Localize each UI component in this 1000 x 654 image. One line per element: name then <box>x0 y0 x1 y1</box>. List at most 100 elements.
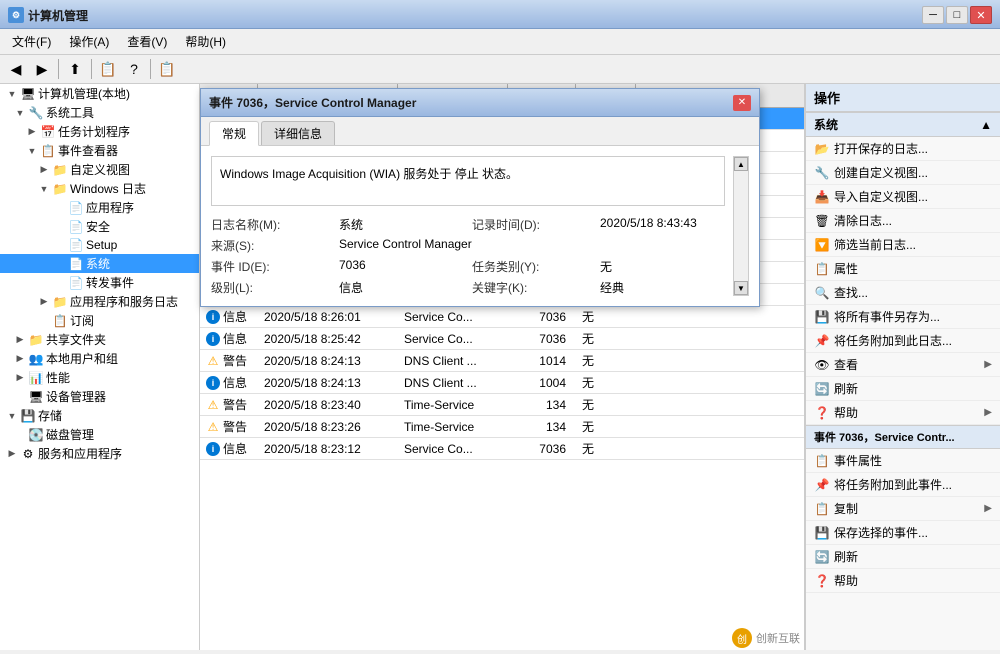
help-button[interactable]: ? <box>122 57 146 81</box>
forward-button[interactable]: ▶ <box>30 57 54 81</box>
log-icon: 📄 <box>68 200 84 216</box>
dialog-close-button[interactable]: ✕ <box>733 95 751 111</box>
scroll-down-button[interactable]: ▼ <box>734 281 748 295</box>
toolbar-separator-2 <box>91 59 92 79</box>
table-row[interactable]: ⚠ 警告 2020/5/18 8:23:26 Time-Service 134 … <box>200 416 804 438</box>
action-item[interactable]: 🗑 清除日志... <box>806 209 1000 233</box>
table-row[interactable]: i 信息 2020/5/18 8:25:42 Service Co... 703… <box>200 328 804 350</box>
close-button[interactable]: ✕ <box>970 6 992 24</box>
dialog-tab-details[interactable]: 详细信息 <box>261 121 335 145</box>
dialog-scrollbar[interactable]: ▲ ▼ <box>733 156 749 296</box>
tree-item-custom-view[interactable]: ▶ 📁 自定义视图 <box>0 160 199 179</box>
expand-icon[interactable]: ▼ <box>24 143 40 159</box>
action-item[interactable]: 📌 将任务附加到此日志... <box>806 329 1000 353</box>
action-item[interactable]: 🔧 创建自定义视图... <box>806 161 1000 185</box>
dialog-titlebar: 事件 7036，Service Control Manager ✕ <box>201 89 759 117</box>
expand-icon[interactable]: ▶ <box>12 370 28 386</box>
users-icon: 👥 <box>28 351 44 367</box>
back-button[interactable]: ◀ <box>4 57 28 81</box>
action-item[interactable]: 📥 导入自定义视图... <box>806 185 1000 209</box>
maximize-button[interactable]: □ <box>946 6 968 24</box>
menu-action[interactable]: 操作(A) <box>61 31 117 52</box>
tree-item-windows-log[interactable]: ▼ 📁 Windows 日志 <box>0 179 199 198</box>
tree-item-performance[interactable]: ▶ 📊 性能 <box>0 368 199 387</box>
expand-icon <box>52 219 68 235</box>
tree-item-security[interactable]: 📄 安全 <box>0 217 199 236</box>
action-item[interactable]: 💾 保存选择的事件... <box>806 521 1000 545</box>
action-item[interactable]: ❓ 帮助 ▶ <box>806 401 1000 425</box>
action-item[interactable]: 👁 查看 ▶ <box>806 353 1000 377</box>
tree-item-computer[interactable]: ▼ 🖥 计算机管理(本地) <box>0 84 199 103</box>
tree-item-forwarded[interactable]: 📄 转发事件 <box>0 273 199 292</box>
expand-icon[interactable]: ▶ <box>12 351 28 367</box>
tree-item-disk-mgmt[interactable]: 💽 磁盘管理 <box>0 425 199 444</box>
watermark-text: 创新互联 <box>756 630 800 646</box>
tree-item-services[interactable]: ▶ ⚙ 服务和应用程序 <box>0 444 199 463</box>
menu-file[interactable]: 文件(F) <box>4 31 59 52</box>
tree-item-local-users[interactable]: ▶ 👥 本地用户和组 <box>0 349 199 368</box>
expand-icon[interactable]: ▶ <box>12 332 28 348</box>
action-label: 导入自定义视图... <box>834 188 928 205</box>
folder-icon: 📁 <box>52 294 68 310</box>
table-row[interactable]: ⚠ 警告 2020/5/18 8:23:40 Time-Service 134 … <box>200 394 804 416</box>
tree-item-system-tools[interactable]: ▼ 🔧 系统工具 <box>0 103 199 122</box>
minimize-button[interactable]: ─ <box>922 6 944 24</box>
tree-item-application[interactable]: 📄 应用程序 <box>0 198 199 217</box>
dialog-main: Windows Image Acquisition (WIA) 服务处于 停止 … <box>211 156 725 296</box>
action-item[interactable]: ❓ 帮助 <box>806 569 1000 593</box>
expand-icon[interactable]: ▼ <box>36 181 52 197</box>
action-item[interactable]: 💾 将所有事件另存为... <box>806 305 1000 329</box>
action-icon: 📋 <box>814 261 830 277</box>
action-item[interactable]: 📋 复制 ▶ <box>806 497 1000 521</box>
tree-item-setup[interactable]: 📄 Setup <box>0 236 199 254</box>
action-item[interactable]: 🔄 刷新 <box>806 377 1000 401</box>
tree-item-event-viewer[interactable]: ▼ 📋 事件查看器 <box>0 141 199 160</box>
expand-icon[interactable]: ▶ <box>36 294 52 310</box>
action-item[interactable]: 📋 事件属性 <box>806 449 1000 473</box>
warning-icon: ⚠ <box>206 420 220 434</box>
tree-item-task-scheduler[interactable]: ▶ 📅 任务计划程序 <box>0 122 199 141</box>
computer-icon: 🖥 <box>20 86 36 102</box>
action-item[interactable]: 📂 打开保存的日志... <box>806 137 1000 161</box>
action-icon: 📌 <box>814 477 830 493</box>
action-item[interactable]: 🔍 查找... <box>806 281 1000 305</box>
action-item[interactable]: 📋 属性 <box>806 257 1000 281</box>
action-item[interactable]: 📌 将任务附加到此事件... <box>806 473 1000 497</box>
tree-item-app-services[interactable]: ▶ 📁 应用程序和服务日志 <box>0 292 199 311</box>
expand-icon[interactable]: ▼ <box>12 105 28 121</box>
cell-date: 2020/5/18 8:23:40 <box>258 396 398 414</box>
dialog-tab-general[interactable]: 常规 <box>209 121 259 146</box>
tree-item-device-mgr[interactable]: 🖥 设备管理器 <box>0 387 199 406</box>
export-button[interactable]: 📋 <box>155 57 179 81</box>
menu-help[interactable]: 帮助(H) <box>177 31 234 52</box>
action-label: 帮助 <box>834 572 858 589</box>
expand-icon[interactable]: ▶ <box>36 162 52 178</box>
tree-item-storage[interactable]: ▼ 💾 存储 <box>0 406 199 425</box>
expand-icon[interactable]: ▶ <box>24 124 40 140</box>
tree-label: 性能 <box>46 369 70 386</box>
expand-icon <box>52 237 68 253</box>
table-row[interactable]: i 信息 2020/5/18 8:24:13 DNS Client ... 10… <box>200 372 804 394</box>
scroll-up-button[interactable]: ▲ <box>734 157 748 171</box>
action-label: 筛选当前日志... <box>834 236 916 253</box>
event-actions-list: 📋 事件属性 📌 将任务附加到此事件... 📋 复制 ▶ 💾 保存选择的事件..… <box>806 449 1000 593</box>
storage-icon: 💾 <box>20 408 36 424</box>
eventviewer-icon: 📋 <box>40 143 56 159</box>
action-label: 属性 <box>834 260 858 277</box>
tree-item-subscription[interactable]: 📋 订阅 <box>0 311 199 330</box>
menu-view[interactable]: 查看(V) <box>119 31 175 52</box>
expand-icon[interactable]: ▼ <box>4 408 20 424</box>
action-item[interactable]: 🔽 筛选当前日志... <box>806 233 1000 257</box>
expand-icon[interactable]: ▶ <box>4 446 20 462</box>
submenu-arrow: ▶ <box>984 503 992 514</box>
up-button[interactable]: ⬆ <box>63 57 87 81</box>
tree-item-shared-folders[interactable]: ▶ 📁 共享文件夹 <box>0 330 199 349</box>
table-row[interactable]: i 信息 2020/5/18 8:23:12 Service Co... 703… <box>200 438 804 460</box>
table-row[interactable]: ⚠ 警告 2020/5/18 8:24:13 DNS Client ... 10… <box>200 350 804 372</box>
tree-item-system[interactable]: 📄 系统 <box>0 254 199 273</box>
expand-icon[interactable]: ▼ <box>4 86 20 102</box>
show-hide-button[interactable]: 📋 <box>96 57 120 81</box>
cell-source: Service Co... <box>398 440 508 458</box>
table-row[interactable]: i 信息 2020/5/18 8:26:01 Service Co... 703… <box>200 306 804 328</box>
action-item[interactable]: 🔄 刷新 <box>806 545 1000 569</box>
